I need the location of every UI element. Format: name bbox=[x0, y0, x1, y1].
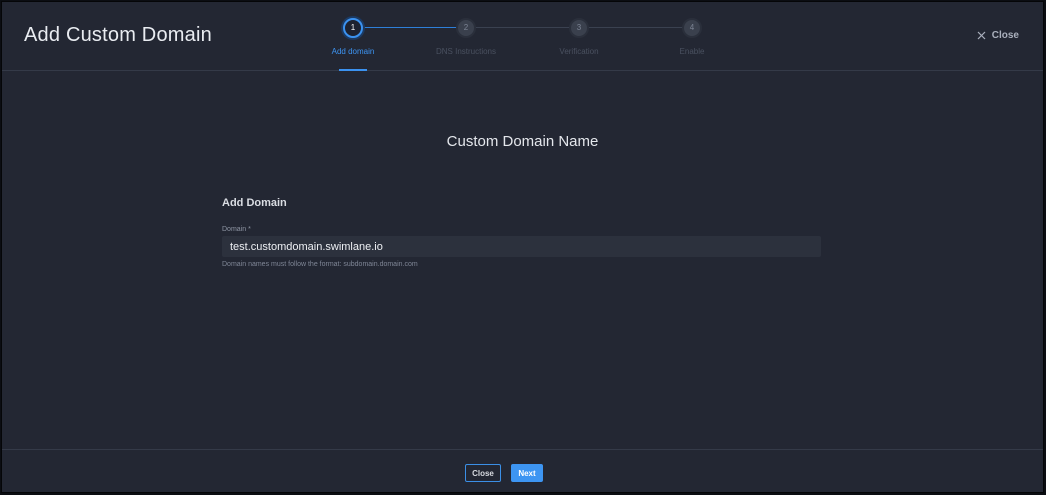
step-number-badge: 2 bbox=[456, 18, 476, 38]
step-number-badge: 1 bbox=[343, 18, 363, 38]
step-label: Add domain bbox=[331, 47, 375, 56]
domain-field-label: Domain * bbox=[222, 226, 251, 233]
step-label: DNS Instructions bbox=[435, 47, 497, 56]
stepper: 1 Add domain 2 DNS Instructions 3 Verifi… bbox=[302, 16, 752, 71]
step-dns-instructions[interactable]: 2 DNS Instructions bbox=[416, 18, 516, 56]
domain-field-hint: Domain names must follow the format: sub… bbox=[222, 261, 418, 268]
active-step-indicator bbox=[339, 69, 367, 71]
step-add-domain[interactable]: 1 Add domain bbox=[303, 18, 403, 56]
step-label: Verification bbox=[559, 47, 599, 56]
step-number-badge: 4 bbox=[682, 18, 702, 38]
step-verification[interactable]: 3 Verification bbox=[529, 18, 629, 56]
close-icon bbox=[977, 31, 986, 40]
add-custom-domain-dialog: Add Custom Domain 1 Add domain 2 DNS Ins… bbox=[1, 1, 1044, 493]
domain-input[interactable] bbox=[222, 236, 821, 257]
step-label: Enable bbox=[679, 47, 705, 56]
close-label: Close bbox=[991, 30, 1019, 41]
step-enable[interactable]: 4 Enable bbox=[642, 18, 742, 56]
next-button[interactable]: Next bbox=[511, 464, 543, 482]
form-heading: Add Domain bbox=[222, 197, 287, 209]
header-close-button[interactable]: Close bbox=[977, 30, 1019, 41]
dialog-title: Add Custom Domain bbox=[24, 24, 212, 46]
section-title: Custom Domain Name bbox=[446, 133, 599, 150]
close-button[interactable]: Close bbox=[465, 464, 501, 482]
step-number-badge: 3 bbox=[569, 18, 589, 38]
dialog-footer: Close Next bbox=[2, 449, 1043, 492]
dialog-header: Add Custom Domain 1 Add domain 2 DNS Ins… bbox=[2, 2, 1043, 71]
